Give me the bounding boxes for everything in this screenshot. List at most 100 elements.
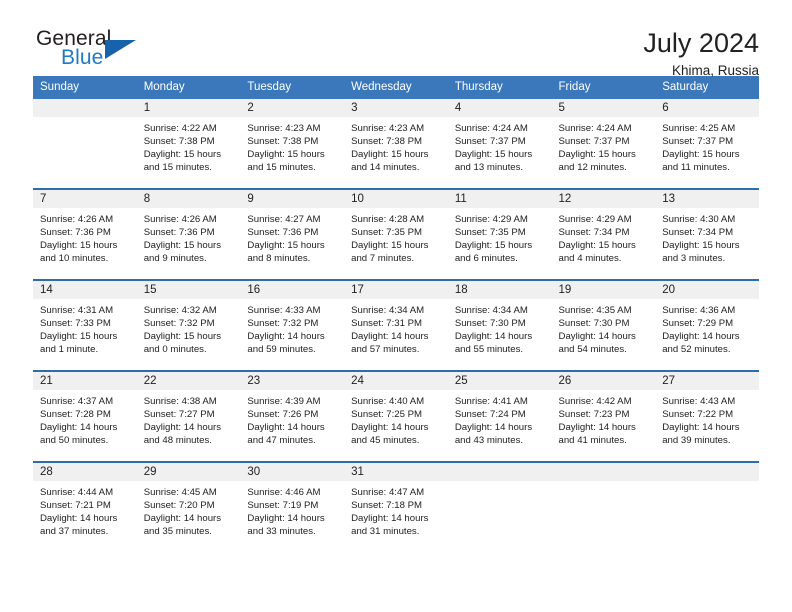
calendar-day-cell[interactable]: 16 Sunrise: 4:33 AM Sunset: 7:32 PM Dayligh… (240, 278, 345, 371)
day-details: Sunrise: 4:26 AM Sunset: 7:36 PM Daylight:… (33, 208, 137, 265)
generalblue-logo[interactable]: General Blue (33, 28, 193, 76)
daylight-duration-line2: and 31 minutes. (351, 525, 420, 537)
daylight-duration-line1: Daylight: 15 hours (40, 239, 118, 251)
daylight-duration-line2: and 8 minutes. (247, 252, 311, 264)
sunset-time: Sunset: 7:35 PM (454, 226, 526, 238)
sunrise-time: Sunrise: 4:37 AM (40, 395, 114, 407)
day-details: Sunrise: 4:39 AM Sunset: 7:26 PM Daylight:… (240, 390, 344, 447)
day-number: 17 (344, 280, 448, 299)
sunrise-time: Sunrise: 4:39 AM (247, 395, 321, 407)
daylight-duration-line1: Daylight: 15 hours (662, 239, 740, 251)
calendar-day-cell[interactable]: 21 Sunrise: 4:37 AM Sunset: 7:28 PM Dayligh… (33, 369, 137, 462)
day-details: Sunrise: 4:24 AM Sunset: 7:37 PM Daylight:… (552, 117, 656, 174)
sunrise-time: Sunrise: 4:47 AM (351, 486, 425, 498)
calendar-day-cell[interactable]: 31 Sunrise: 4:47 AM Sunset: 7:18 PM Dayligh… (344, 460, 448, 552)
day-details: Sunrise: 4:30 AM Sunset: 7:34 PM Daylight:… (655, 208, 759, 265)
calendar-day-cell[interactable]: 6 Sunrise: 4:25 AM Sunset: 7:37 PM Daylight… (655, 98, 759, 189)
daylight-duration-line2: and 55 minutes. (454, 343, 524, 355)
daylight-duration-line2: and 57 minutes. (351, 343, 420, 355)
calendar-day-cell[interactable]: 11 Sunrise: 4:29 AM Sunset: 7:35 PM Dayligh… (447, 187, 552, 280)
daylight-duration-line2: and 47 minutes. (247, 434, 316, 446)
sunrise-sunset-calendar: Sunday Monday Tuesday Wednesday Thursday… (33, 76, 759, 552)
day-number: 10 (344, 189, 448, 208)
day-details: Sunrise: 4:42 AM Sunset: 7:23 PM Daylight:… (552, 390, 656, 447)
day-details: Sunrise: 4:32 AM Sunset: 7:32 PM Daylight:… (137, 299, 241, 356)
calendar-day-cell[interactable]: 28 Sunrise: 4:44 AM Sunset: 7:21 PM Dayligh… (33, 460, 137, 552)
weekday-header-wednesday: Wednesday (344, 76, 448, 99)
day-number: 5 (551, 98, 656, 117)
calendar-day-cell[interactable]: 7 Sunrise: 4:26 AM Sunset: 7:36 PM Daylight… (33, 187, 137, 280)
sunrise-time: Sunrise: 4:27 AM (247, 213, 321, 225)
calendar-day-cell[interactable]: 9 Sunrise: 4:27 AM Sunset: 7:36 PM Daylight… (240, 187, 345, 280)
calendar-day-cell[interactable]: 27 Sunrise: 4:43 AM Sunset: 7:22 PM Dayligh… (655, 369, 759, 462)
sunrise-time: Sunrise: 4:34 AM (351, 304, 425, 316)
sunset-time: Sunset: 7:32 PM (247, 317, 319, 329)
calendar-day-cell[interactable]: 20 Sunrise: 4:36 AM Sunset: 7:29 PM Dayligh… (655, 278, 759, 371)
calendar-day-cell[interactable]: 18 Sunrise: 4:34 AM Sunset: 7:30 PM Dayligh… (447, 278, 552, 371)
calendar-day-cell[interactable]: 24 Sunrise: 4:40 AM Sunset: 7:25 PM Dayligh… (344, 369, 448, 462)
sunset-time: Sunset: 7:28 PM (40, 408, 111, 420)
sunrise-time: Sunrise: 4:30 AM (662, 213, 736, 225)
daylight-duration-line2: and 13 minutes. (454, 161, 524, 173)
day-number: 1 (136, 98, 241, 117)
sunset-time: Sunset: 7:18 PM (351, 499, 423, 511)
sunset-time: Sunset: 7:36 PM (247, 226, 319, 238)
calendar-day-cell[interactable]: 15 Sunrise: 4:32 AM Sunset: 7:32 PM Dayligh… (136, 278, 241, 371)
sunrise-time: Sunrise: 4:38 AM (143, 395, 217, 407)
calendar-day-cell[interactable]: 30 Sunrise: 4:46 AM Sunset: 7:19 PM Dayligh… (240, 460, 345, 552)
daylight-duration-line2: and 7 minutes. (351, 252, 415, 264)
calendar-day-cell[interactable]: 14 Sunrise: 4:31 AM Sunset: 7:33 PM Dayligh… (33, 278, 137, 371)
calendar-day-cell[interactable]: 19 Sunrise: 4:35 AM Sunset: 7:30 PM Dayligh… (551, 278, 656, 371)
sunset-time: Sunset: 7:29 PM (662, 317, 734, 329)
daylight-duration-line2: and 10 minutes. (40, 252, 109, 264)
sunrise-time: Sunrise: 4:36 AM (662, 304, 736, 316)
daylight-duration-line1: Daylight: 14 hours (351, 421, 429, 433)
calendar-day-cell[interactable]: 3 Sunrise: 4:23 AM Sunset: 7:38 PM Daylight… (344, 98, 448, 189)
calendar-day-cell[interactable]: 29 Sunrise: 4:45 AM Sunset: 7:20 PM Dayligh… (136, 460, 241, 552)
day-details: Sunrise: 4:40 AM Sunset: 7:25 PM Daylight:… (344, 390, 448, 447)
daylight-duration-line1: Daylight: 15 hours (247, 148, 325, 160)
calendar-day-cell[interactable]: 25 Sunrise: 4:41 AM Sunset: 7:24 PM Dayligh… (447, 369, 552, 462)
calendar-day-cell[interactable]: 2 Sunrise: 4:23 AM Sunset: 7:38 PM Daylight… (240, 98, 345, 189)
sunrise-time: Sunrise: 4:28 AM (351, 213, 425, 225)
day-details: Sunrise: 4:41 AM Sunset: 7:24 PM Daylight:… (448, 390, 552, 447)
calendar-day-cell[interactable]: 10 Sunrise: 4:28 AM Sunset: 7:35 PM Dayligh… (344, 187, 448, 280)
sunset-time: Sunset: 7:23 PM (558, 408, 630, 420)
calendar-day-cell[interactable]: 5 Sunrise: 4:24 AM Sunset: 7:37 PM Daylight… (551, 98, 656, 189)
calendar-day-cell[interactable]: 1 Sunrise: 4:22 AM Sunset: 7:38 PM Daylight… (136, 98, 241, 189)
day-details: Sunrise: 4:36 AM Sunset: 7:29 PM Daylight:… (655, 299, 759, 356)
day-details: Sunrise: 4:34 AM Sunset: 7:30 PM Daylight:… (448, 299, 552, 356)
calendar-day-cell-empty (551, 460, 656, 552)
day-number (655, 462, 759, 481)
day-number: 4 (447, 98, 552, 117)
calendar-day-cell[interactable]: 8 Sunrise: 4:26 AM Sunset: 7:36 PM Daylight… (136, 187, 241, 280)
calendar-day-cell[interactable]: 13 Sunrise: 4:30 AM Sunset: 7:34 PM Dayligh… (655, 187, 759, 280)
sunrise-time: Sunrise: 4:44 AM (40, 486, 114, 498)
calendar-day-cell[interactable]: 23 Sunrise: 4:39 AM Sunset: 7:26 PM Dayligh… (240, 369, 345, 462)
day-details: Sunrise: 4:29 AM Sunset: 7:34 PM Daylight:… (552, 208, 656, 265)
calendar-day-cell[interactable]: 17 Sunrise: 4:34 AM Sunset: 7:31 PM Dayligh… (344, 278, 448, 371)
daylight-duration-line2: and 41 minutes. (558, 434, 627, 446)
calendar-day-cell[interactable]: 22 Sunrise: 4:38 AM Sunset: 7:27 PM Dayligh… (136, 369, 241, 462)
sunrise-time: Sunrise: 4:41 AM (454, 395, 528, 407)
sunset-time: Sunset: 7:38 PM (247, 135, 319, 147)
daylight-duration-line2: and 15 minutes. (247, 161, 316, 173)
calendar-day-cell[interactable]: 4 Sunrise: 4:24 AM Sunset: 7:37 PM Daylight… (447, 98, 552, 189)
day-number: 23 (240, 371, 345, 390)
daylight-duration-line1: Daylight: 15 hours (40, 330, 118, 342)
day-number: 14 (33, 280, 137, 299)
daylight-duration-line1: Daylight: 14 hours (454, 330, 533, 342)
calendar-day-cell-empty (655, 460, 759, 552)
day-details: Sunrise: 4:28 AM Sunset: 7:35 PM Daylight:… (344, 208, 448, 265)
daylight-duration-line1: Daylight: 14 hours (558, 421, 636, 433)
sunrise-time: Sunrise: 4:22 AM (143, 122, 217, 134)
calendar-day-cell[interactable]: 26 Sunrise: 4:42 AM Sunset: 7:23 PM Dayligh… (551, 369, 656, 462)
calendar-day-cell[interactable]: 12 Sunrise: 4:29 AM Sunset: 7:34 PM Dayligh… (551, 187, 656, 280)
sunset-time: Sunset: 7:37 PM (558, 135, 630, 147)
title-block: July 2024 Khima, Russia (643, 28, 759, 79)
daylight-duration-line1: Daylight: 14 hours (247, 421, 325, 433)
sunrise-time: Sunrise: 4:29 AM (454, 213, 528, 225)
daylight-duration-line2: and 11 minutes. (662, 161, 730, 173)
day-details: Sunrise: 4:37 AM Sunset: 7:28 PM Daylight:… (33, 390, 137, 447)
weekday-header-tuesday: Tuesday (240, 76, 345, 99)
